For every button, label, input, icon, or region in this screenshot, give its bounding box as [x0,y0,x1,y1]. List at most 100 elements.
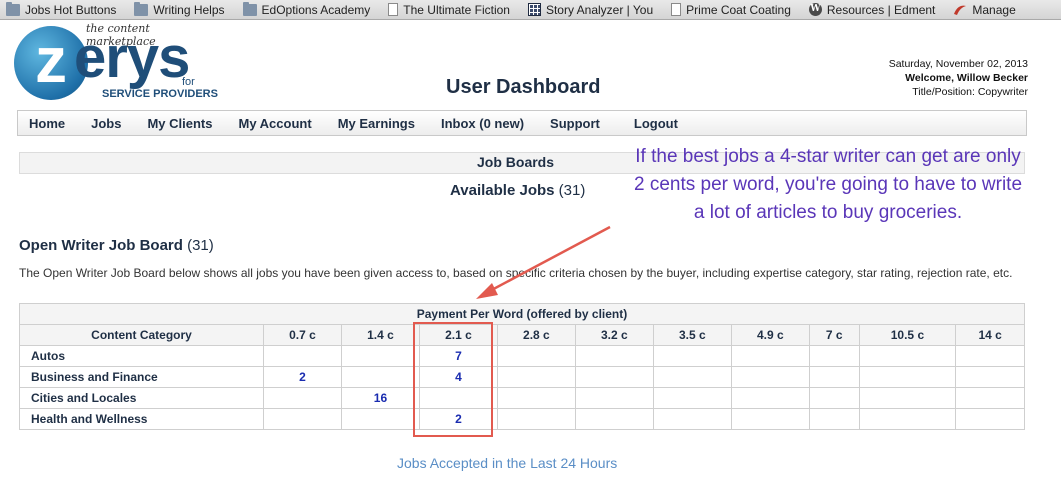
job-count-cell [955,345,1025,367]
grid-icon [527,3,541,16]
job-count-cell [955,366,1025,388]
highlight-box [413,322,493,437]
bookmarks-bar: Jobs Hot Buttons Writing Helps EdOptions… [0,0,1061,20]
job-count-cell[interactable]: 2 [263,366,342,388]
available-jobs-label: Available Jobs [450,182,555,199]
job-count-cell [730,387,810,409]
nav-support[interactable]: Support [540,116,610,131]
page-icon [671,3,682,16]
job-count-cell [340,408,420,430]
table-row: Health and Wellness 2 [19,408,1025,430]
welcome-message: Welcome, Willow Becker [905,72,1028,84]
bookmark-writing-helps[interactable]: Writing Helps [128,1,225,17]
bookmark-label: Writing Helps [153,2,225,17]
nav-my-clients[interactable]: My Clients [137,116,222,131]
job-count-cell [858,408,957,430]
category-cell: Health and Wellness [19,408,264,430]
bookmark-label: Prime Coat Coating [686,2,791,17]
job-count-cell [263,345,342,367]
rate-header: 14 c [955,324,1025,346]
job-boards-title: Job Boards [477,154,555,170]
rate-header: 0.7 c [263,324,342,346]
job-count-cell [858,345,957,367]
job-count-cell [496,366,576,388]
job-count-cell [496,387,576,409]
zerys-logo[interactable]: the content marketplace z erys for SERVI… [14,22,219,104]
rate-header: 3.2 c [574,324,654,346]
folder-icon [242,1,257,16]
bookmark-ultimate-fiction[interactable]: The Ultimate Fiction [382,3,510,17]
nav-home[interactable]: Home [19,116,75,131]
job-count-cell [574,387,654,409]
rate-header: 2.8 c [496,324,576,346]
job-count-cell [730,366,810,388]
job-count-cell [955,387,1025,409]
nav-logout[interactable]: Logout [624,116,688,131]
annotation-text: If the best jobs a 4-star writer can get… [633,146,1023,223]
category-cell: Business and Finance [19,366,264,388]
category-cell: Cities and Locales [19,387,264,409]
payment-header: Payment Per Word (offered by client) [19,303,1025,325]
job-count-cell [574,408,654,430]
job-table: Payment Per Word (offered by client) Con… [19,303,1025,430]
job-count-cell [808,408,860,430]
folder-icon [134,1,149,16]
annotation-arrow [476,225,611,299]
user-info: Saturday, November 02, 2013 Welcome, Wil… [889,57,1028,99]
current-date: Saturday, November 02, 2013 [888,58,1028,70]
job-count-cell [652,366,732,388]
rate-header: 1.4 c [340,324,420,346]
job-count-cell [808,345,860,367]
nav-inbox[interactable]: Inbox (0 new) [431,116,534,131]
rate-header: 4.9 c [730,324,810,346]
job-count-cell [263,408,342,430]
job-count-cell [652,387,732,409]
job-count-cell [730,408,810,430]
rate-header: 7 c [808,324,860,346]
logo-subtitle: SERVICE PROVIDERS [102,88,218,100]
category-header: Content Category [19,324,264,346]
available-jobs-count: (31) [558,182,586,199]
main-nav: Home Jobs My Clients My Account My Earni… [17,110,1027,136]
bookmark-label: Manage [972,2,1016,17]
table-row: Cities and Locales 16 [19,387,1025,409]
nav-jobs[interactable]: Jobs [81,116,131,131]
nav-my-account[interactable]: My Account [228,116,321,131]
bookmark-edoptions-academy[interactable]: EdOptions Academy [237,1,370,17]
jobs-accepted-link[interactable]: Jobs Accepted in the Last 24 Hours [397,455,617,471]
logo-for: for [182,76,195,88]
job-count-cell [858,366,957,388]
rate-header: 3.5 c [652,324,732,346]
job-count-cell [730,345,810,367]
available-jobs: Available Jobs (31) [450,182,585,199]
bookmark-label: The Ultimate Fiction [403,2,510,17]
open-board-count: (31) [187,237,214,254]
job-count-cell[interactable]: 16 [340,387,420,409]
table-header-row: Content Category 0.7 c 1.4 c 2.1 c 2.8 c… [19,324,1025,346]
bookmark-label: Jobs Hot Buttons [25,2,117,17]
wordpress-icon: W [808,3,822,16]
job-count-cell [652,408,732,430]
user-position: Title/Position: Copywriter [912,86,1028,98]
job-count-cell [496,345,576,367]
job-count-cell [340,366,420,388]
job-count-cell [496,408,576,430]
page-icon [388,3,399,16]
bookmark-resources-edment[interactable]: W Resources | Edment [803,2,936,17]
category-cell: Autos [19,345,264,367]
swoosh-icon [954,5,967,15]
nav-my-earnings[interactable]: My Earnings [328,116,425,131]
job-count-cell [263,387,342,409]
job-count-cell [574,366,654,388]
table-row: Autos 7 [19,345,1025,367]
bookmark-prime-coat[interactable]: Prime Coat Coating [665,3,791,17]
rate-header: 10.5 c [858,324,957,346]
open-board-title: Open Writer Job Board [19,237,183,254]
job-count-cell [340,345,420,367]
bookmark-label: Resources | Edment [826,2,936,17]
logo-wordmark: erys [74,25,190,90]
bookmark-jobs-hot-buttons[interactable]: Jobs Hot Buttons [0,1,117,17]
job-count-cell [955,408,1025,430]
bookmark-manage[interactable]: Manage [947,2,1016,17]
bookmark-story-analyzer[interactable]: Story Analyzer | You [522,3,653,17]
